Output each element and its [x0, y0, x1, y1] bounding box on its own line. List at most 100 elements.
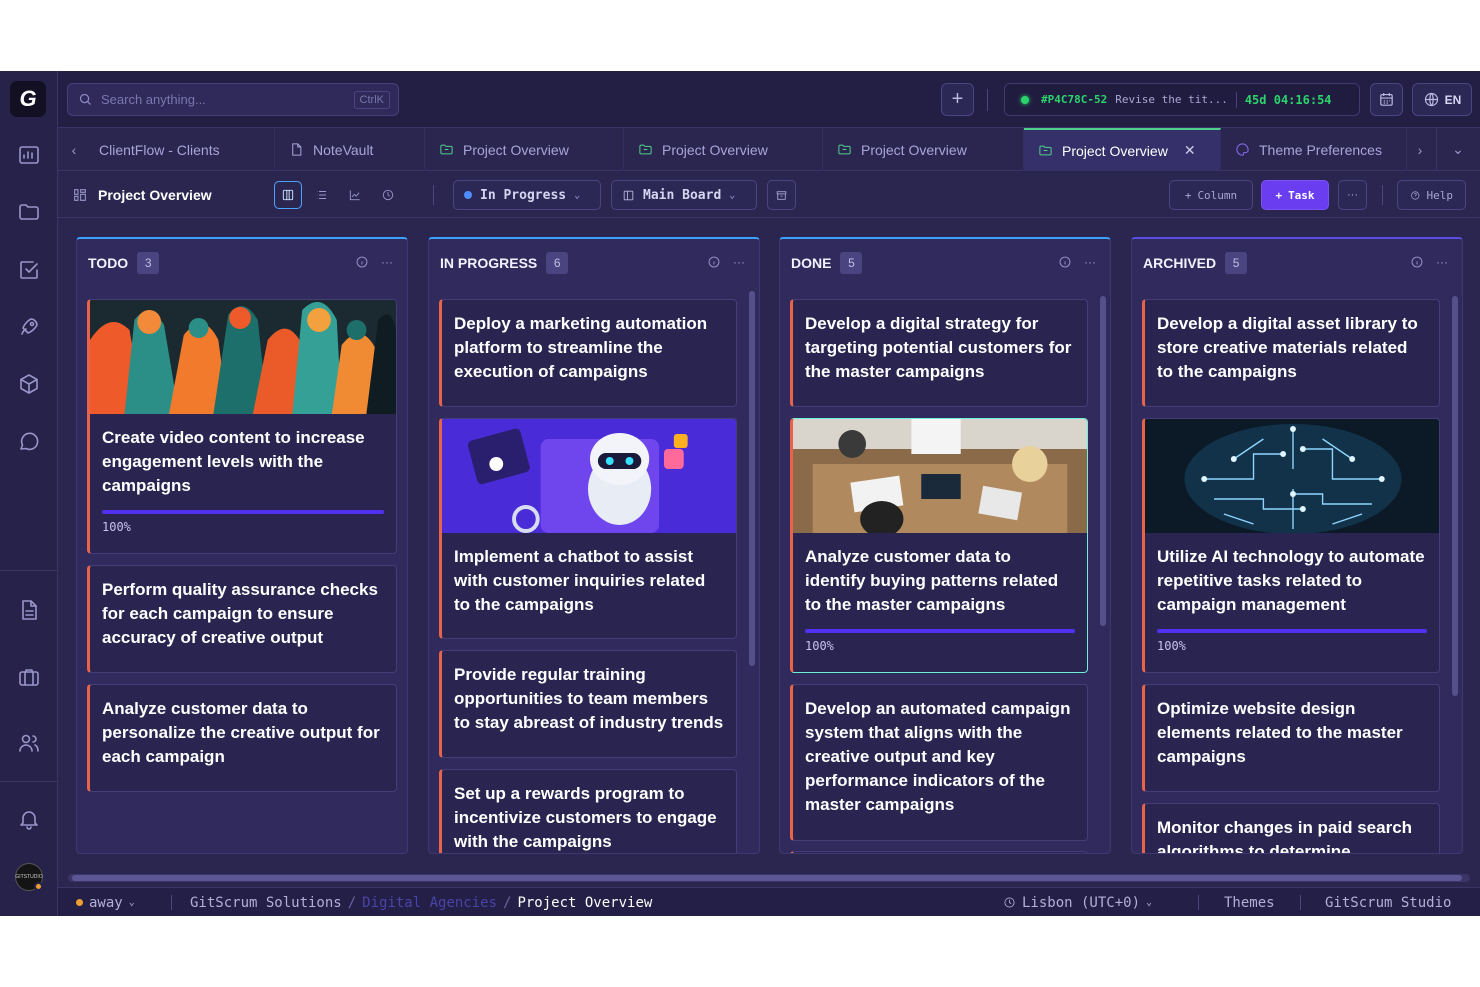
progress-label: 100%: [1157, 639, 1186, 653]
tab-scroll-left-icon[interactable]: ‹: [60, 128, 88, 171]
status-filter-dropdown[interactable]: In Progress ⌄: [453, 180, 601, 210]
timezone-selector[interactable]: Lisbon (UTC+0) ⌄: [1003, 888, 1152, 916]
folder-icon: [1039, 145, 1052, 156]
task-card[interactable]: Create video content to increase engagem…: [87, 299, 397, 554]
card-title: Develop a digital strategy for targeting…: [805, 314, 1072, 381]
studio-link[interactable]: GitScrum Studio: [1325, 888, 1451, 916]
task-card[interactable]: Develop a digital strategy for targeting…: [790, 299, 1088, 407]
task-card[interactable]: Perform quality assurance checks for eac…: [87, 565, 397, 673]
view-timeline-button[interactable]: [374, 181, 402, 209]
view-board-button[interactable]: [274, 181, 302, 209]
chevron-down-icon: ⌄: [128, 897, 135, 908]
add-column-button[interactable]: + Column: [1169, 180, 1253, 210]
more-icon[interactable]: ···: [1436, 255, 1448, 269]
more-options-button[interactable]: ···: [1338, 180, 1367, 210]
info-icon[interactable]: [1410, 255, 1424, 269]
bell-icon[interactable]: [14, 804, 44, 834]
tab-project-overview[interactable]: Project Overview: [624, 128, 823, 171]
tab-scroll-right-icon[interactable]: ›: [1406, 128, 1434, 171]
help-button[interactable]: Help: [1397, 180, 1466, 210]
task-card[interactable]: [790, 851, 1088, 853]
themes-link[interactable]: Themes: [1224, 888, 1275, 916]
folder-icon[interactable]: [14, 197, 44, 227]
task-card[interactable]: Develop a digital asset library to store…: [1142, 299, 1440, 407]
users-icon[interactable]: [14, 728, 44, 758]
tab-project-overview[interactable]: Project Overview: [425, 128, 624, 171]
breadcrumb-org[interactable]: GitScrum Solutions: [190, 895, 342, 911]
column-scrollbar[interactable]: [1452, 291, 1458, 851]
task-card[interactable]: Deploy a marketing automation platform t…: [439, 299, 737, 407]
document-icon[interactable]: [14, 595, 44, 625]
task-card-selected[interactable]: Analyze customer data to identify buying…: [790, 418, 1088, 673]
task-card[interactable]: Implement a chatbot to assist with custo…: [439, 418, 737, 639]
add-button[interactable]: +: [941, 83, 974, 116]
help-icon: [1411, 190, 1420, 200]
app-logo[interactable]: G: [10, 81, 46, 117]
more-icon[interactable]: ···: [733, 255, 745, 269]
divider: [1198, 895, 1199, 910]
column-count: 5: [1225, 252, 1248, 274]
column-done: DONE 5 ··· Develop a digital strategy fo…: [779, 237, 1111, 854]
chevron-down-icon[interactable]: ⌄: [1444, 128, 1472, 171]
globe-icon: [1424, 92, 1438, 107]
clock-icon: [382, 189, 394, 201]
info-icon[interactable]: [707, 255, 721, 269]
card-title: Analyze customer data to personalize the…: [102, 699, 380, 766]
presence-selector[interactable]: away ⌄: [76, 888, 135, 916]
view-chart-button[interactable]: [341, 181, 369, 209]
plus-icon: +: [1275, 188, 1283, 202]
more-icon[interactable]: ···: [1084, 255, 1096, 269]
progress-label: 100%: [805, 639, 834, 653]
breadcrumb-project[interactable]: Project Overview: [517, 895, 652, 911]
archive-button[interactable]: [767, 180, 796, 210]
board-horizontal-scrollbar[interactable]: [68, 874, 1470, 882]
avatar[interactable]: GITSTUDIO: [15, 863, 43, 891]
chart-icon: [349, 190, 360, 201]
timer-task-id: #P4C78C-52: [1041, 93, 1108, 106]
column-archived: ARCHIVED 5 ··· Develop a digital asset l…: [1131, 237, 1463, 854]
card-image: [1145, 419, 1439, 533]
file-icon: [292, 143, 302, 156]
briefcase-icon[interactable]: [14, 662, 44, 692]
tab-clientflow[interactable]: ClientFlow - Clients: [85, 128, 275, 171]
calendar-button[interactable]: [1370, 83, 1403, 116]
chevron-down-icon: ⌄: [1146, 897, 1153, 908]
column-scrollbar[interactable]: [1100, 291, 1106, 851]
column-header: DONE 5 ···: [780, 239, 1110, 287]
column-count: 6: [546, 252, 569, 274]
tab-project-overview[interactable]: Project Overview: [823, 128, 1024, 171]
app-window: G GITSTUDIO CtrlK + #P4C78C-52 Revise th…: [0, 71, 1480, 916]
add-task-button[interactable]: + Task: [1261, 180, 1329, 210]
active-timer[interactable]: #P4C78C-52 Revise the tit... 45d 04:16:5…: [1004, 83, 1360, 116]
task-card[interactable]: Utilize AI technology to automate repeti…: [1142, 418, 1440, 673]
language-button[interactable]: EN: [1412, 83, 1472, 116]
close-tab-icon[interactable]: ✕: [1184, 142, 1196, 159]
rail-divider: [0, 570, 58, 571]
info-icon[interactable]: [355, 255, 369, 269]
task-card[interactable]: Set up a rewards program to incentivize …: [439, 769, 737, 853]
task-card[interactable]: Analyze customer data to personalize the…: [87, 684, 397, 792]
cube-icon[interactable]: [14, 369, 44, 399]
breadcrumb-workspace[interactable]: Digital Agencies: [362, 895, 497, 911]
search-box[interactable]: CtrlK: [67, 83, 399, 116]
search-input[interactable]: [101, 92, 341, 107]
tab-notevault[interactable]: NoteVault: [275, 128, 425, 171]
view-list-button[interactable]: [308, 181, 336, 209]
column-scrollbar[interactable]: [749, 291, 755, 851]
info-icon[interactable]: [1058, 255, 1072, 269]
task-card[interactable]: Monitor changes in paid search algorithm…: [1142, 803, 1440, 853]
tab-project-overview-active[interactable]: Project Overview ✕: [1024, 128, 1221, 171]
board-filter-dropdown[interactable]: Main Board ⌄: [611, 180, 757, 210]
task-card[interactable]: Develop an automated campaign system tha…: [790, 684, 1088, 841]
task-card[interactable]: Provide regular training opportunities t…: [439, 650, 737, 758]
chat-icon[interactable]: [14, 426, 44, 456]
dashboard-icon[interactable]: [14, 140, 44, 170]
card-title: Optimize website design elements related…: [1157, 699, 1403, 766]
checkbox-icon[interactable]: [14, 255, 44, 285]
column-header: ARCHIVED 5 ···: [1132, 239, 1462, 287]
more-icon[interactable]: ···: [381, 255, 393, 269]
tab-theme-preferences[interactable]: Theme Preferences: [1221, 128, 1407, 171]
rocket-icon[interactable]: [14, 312, 44, 342]
task-card[interactable]: Optimize website design elements related…: [1142, 684, 1440, 792]
column-header: IN PROGRESS 6 ···: [429, 239, 759, 287]
